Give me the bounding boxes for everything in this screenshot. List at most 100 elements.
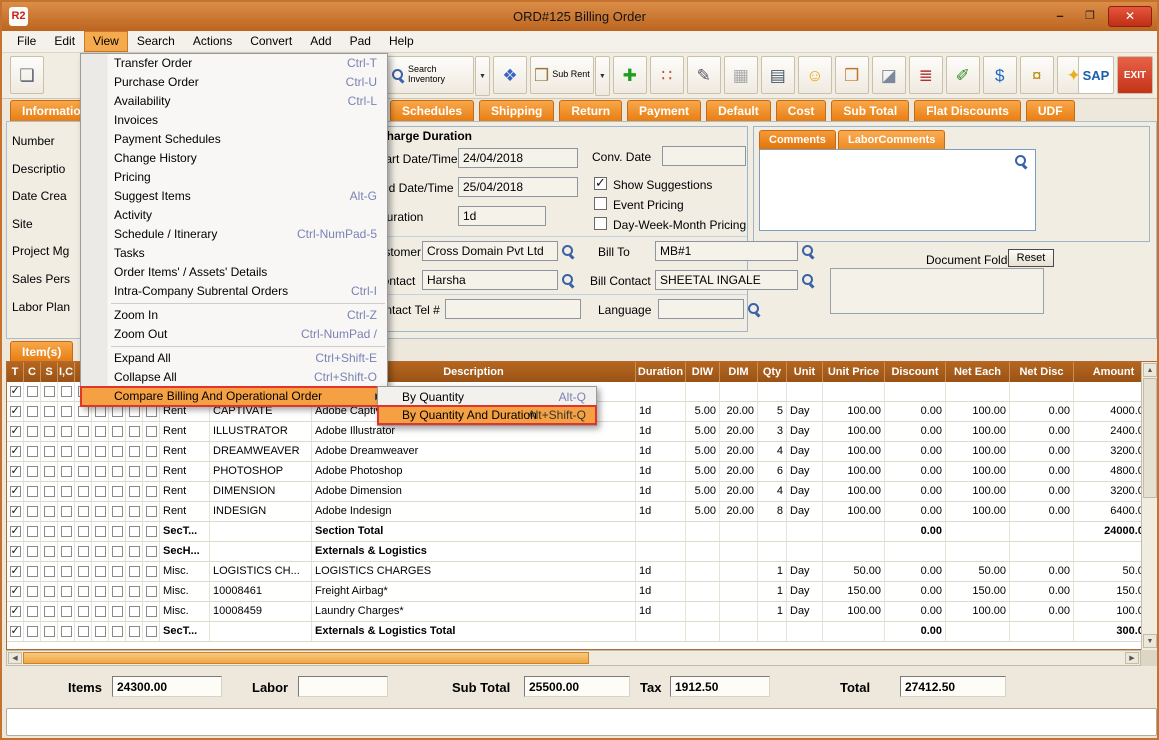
cell-unit[interactable] [787,382,823,401]
row-checkbox[interactable] [78,486,89,497]
item-row-8[interactable]: SecH...Externals & Logistics [7,542,1156,562]
row-checkbox[interactable] [44,626,55,637]
document-folder-box[interactable] [830,268,1044,314]
row-checkbox[interactable] [44,526,55,537]
cell-disc[interactable]: 0.00 [885,482,946,501]
row-checkbox[interactable] [44,406,55,417]
copy-groups-button[interactable]: ∷ [650,56,684,94]
column-header-unit[interactable]: Unit [787,362,823,382]
row-checkbox[interactable] [10,526,21,537]
cell-net_each[interactable]: 100.00 [946,482,1010,501]
currency-button[interactable]: $ [983,56,1017,94]
cell-net_each[interactable]: 50.00 [946,562,1010,581]
view-menu-item-payment-schedules[interactable]: Payment Schedules [81,130,387,149]
row-checkbox[interactable] [112,506,123,517]
cell-dur[interactable] [636,542,686,561]
cell-net_each[interactable]: 100.00 [946,502,1010,521]
cell-dur[interactable]: 1d [636,502,686,521]
cell-net_disc[interactable] [1010,522,1074,541]
row-checkbox[interactable] [129,546,140,557]
contact-field[interactable]: Harsha [422,270,558,290]
maximize-button[interactable]: ❐ [1078,7,1102,25]
cell-disc[interactable]: 0.00 [885,602,946,621]
add-button[interactable]: ✚ [613,56,647,94]
cell-desc[interactable]: Section Total [312,522,636,541]
scroll-left-icon[interactable]: ◀ [8,652,22,664]
tab-items[interactable]: Item(s) [10,341,73,361]
cell-desc[interactable]: Laundry Charges* [312,602,636,621]
cell-code[interactable]: LOGISTICS CH... [210,562,312,581]
cell-unit[interactable]: Day [787,582,823,601]
view-menu-item-tasks[interactable]: Tasks [81,244,387,263]
column-header-flag[interactable]: T [7,362,24,382]
row-checkbox[interactable] [44,586,55,597]
cell-dim[interactable] [720,602,758,621]
row-checkbox[interactable] [129,446,140,457]
sub-rent-button[interactable]: ❒Sub Rent [530,56,594,94]
row-checkbox[interactable] [129,586,140,597]
cell-net_disc[interactable]: 0.00 [1010,502,1074,521]
row-checkbox[interactable] [95,506,106,517]
view-menu-item-activity[interactable]: Activity [81,206,387,225]
cell-qty[interactable]: 5 [758,402,787,421]
checkbox-event-pricing[interactable] [594,197,607,210]
row-checkbox[interactable] [112,446,123,457]
cell-disc[interactable]: 0.00 [885,422,946,441]
row-checkbox[interactable] [146,526,157,537]
row-checkbox[interactable] [44,466,55,477]
cell-desc[interactable]: Adobe Photoshop [312,462,636,481]
row-checkbox[interactable] [44,566,55,577]
row-checkbox[interactable] [112,546,123,557]
cell-price[interactable]: 100.00 [823,482,885,501]
tab-default[interactable]: Default [706,100,771,121]
sub-rent-button-dropdown[interactable]: ▼ [595,56,610,96]
item-row-5[interactable]: RentDIMENSIONAdobe Dimension1d5.0020.004… [7,482,1156,502]
cell-unit[interactable]: Day [787,422,823,441]
cell-dur[interactable]: 1d [636,422,686,441]
cell-net_each[interactable]: 100.00 [946,602,1010,621]
tab-return[interactable]: Return [559,100,622,121]
row-checkbox[interactable] [27,506,38,517]
cell-diw[interactable] [686,602,720,621]
cell-type[interactable]: Rent [160,442,210,461]
tab-shipping[interactable]: Shipping [479,100,554,121]
tab-schedules[interactable]: Schedules [390,100,474,121]
row-checkbox[interactable] [61,446,72,457]
cell-diw[interactable]: 5.00 [686,482,720,501]
row-checkbox[interactable] [112,406,123,417]
item-row-7[interactable]: SecT...Section Total0.0024000.00 [7,522,1156,542]
cell-desc[interactable]: Externals & Logistics Total [312,622,636,641]
cell-type[interactable]: SecT... [160,522,210,541]
row-checkbox[interactable] [61,546,72,557]
menu-view[interactable]: View [84,31,128,52]
bill-contact-lookup-icon[interactable] [801,273,815,287]
checkbox-show-suggestions[interactable] [594,177,607,190]
cell-dur[interactable]: 1d [636,602,686,621]
row-checkbox[interactable] [61,386,72,397]
cell-code[interactable]: DIMENSION [210,482,312,501]
cell-qty[interactable]: 8 [758,502,787,521]
vertical-scrollbar[interactable]: ▲ ▼ [1141,362,1157,650]
row-checkbox[interactable] [78,626,89,637]
cell-unit[interactable]: Day [787,562,823,581]
column-header-diw[interactable]: DIW [686,362,720,382]
row-checkbox[interactable] [146,446,157,457]
cell-net_disc[interactable] [1010,622,1074,641]
view-menu-item-change-history[interactable]: Change History [81,149,387,168]
print-preview-button[interactable]: ▤ [761,56,795,94]
row-checkbox[interactable] [129,526,140,537]
row-checkbox[interactable] [146,486,157,497]
row-checkbox[interactable] [146,406,157,417]
row-checkbox[interactable] [10,566,21,577]
cell-net_disc[interactable]: 0.00 [1010,562,1074,581]
submenu-item-by-quantity[interactable]: By QuantityAlt-Q [378,388,596,406]
row-checkbox[interactable] [129,466,140,477]
row-checkbox[interactable] [44,386,55,397]
cell-diw[interactable]: 5.00 [686,402,720,421]
cell-code[interactable]: 10008459 [210,602,312,621]
cell-disc[interactable]: 0.00 [885,442,946,461]
menu-help[interactable]: Help [380,31,423,52]
menu-edit[interactable]: Edit [45,31,84,52]
cell-price[interactable]: 100.00 [823,442,885,461]
cell-dim[interactable]: 20.00 [720,422,758,441]
